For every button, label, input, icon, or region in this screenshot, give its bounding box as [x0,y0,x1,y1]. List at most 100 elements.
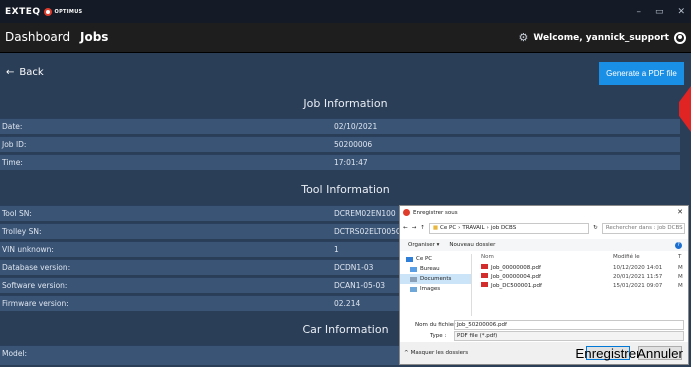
new-folder-button[interactable]: Nouveau dossier [449,242,495,248]
welcome-text: Welcome, yannick_support [533,32,669,43]
column-type[interactable]: T [678,254,681,260]
row-label: Database version: [2,263,71,272]
row-value: 02/10/2021 [334,122,378,131]
row-value: DCTRS02ELT005C [334,227,402,236]
row-label: VIN unknown: [2,245,54,254]
row-label: Trolley SN: [2,227,42,236]
file-list-header: Nom Modifié le T [478,254,684,263]
organize-menu[interactable]: Organiser ▾ [408,242,439,248]
dialog-footer: ^ Masquer les dossiers Enregistrer Annule… [400,342,688,364]
nav-item-this-pc[interactable]: Ce PC [400,254,471,264]
row-label: Model: [2,349,28,358]
nav-pane: Ce PC Bureau Documents Images [400,254,472,316]
user-icon[interactable] [674,31,686,44]
forward-arrow-icon[interactable]: → [412,225,417,231]
row-value: 1 [334,245,339,254]
help-icon[interactable]: ? [675,241,682,249]
row-value: DCAN1-05-03 [334,281,386,290]
file-name: Job_00000008.pdf [491,265,541,271]
dialog-close-icon[interactable]: ✕ [677,208,683,216]
breadcrumb-item[interactable]: Ce PC [440,225,456,231]
breadcrumb-item[interactable]: job DCBS [491,225,516,231]
logo-text: EXTEQ [5,6,41,17]
close-button[interactable]: ✕ [677,7,685,17]
nav-jobs-title[interactable]: Jobs [80,30,108,44]
cancel-button[interactable]: Annuler [637,346,683,361]
file-date: 20/01/2021 11:57 [613,273,663,280]
product-name: OPTIMUS [54,8,83,15]
address-bar: ← → ↑ ■ Ce PC › TRAVAIL › job DCBS ↻ Rec… [403,222,685,234]
up-arrow-icon[interactable]: ↑ [420,225,425,231]
table-row: Date: 02/10/2021 [0,118,680,134]
column-modified[interactable]: Modifié le [613,254,640,260]
row-value: 02.214 [334,299,361,308]
file-list: Nom Modifié le T Job_00000008.pdf 10/12/2… [478,254,684,316]
save-as-dialog: Enregistrer sous ✕ ← → ↑ ■ Ce PC › TRAVA… [399,205,689,365]
filename-input[interactable]: Job_50200006.pdf [454,319,684,330]
nav-label: Bureau [420,266,440,272]
tool-info-title: Tool Information [301,183,390,196]
documents-icon [410,276,417,282]
filetype-label: Type : [430,332,447,339]
pdf-icon [481,264,488,269]
images-icon [410,286,417,292]
save-button[interactable]: Enregistrer [575,346,640,361]
optimus-dot-icon [43,7,52,16]
table-row: Time: 17:01:47 [0,154,680,170]
file-date: 15/01/2021 09:07 [613,282,663,289]
save-fields: Nom du fichier : Job_50200006.pdf Type : P… [400,319,688,341]
row-value: 50200006 [334,140,373,149]
file-type: M [678,282,683,289]
file-date: 10/12/2020 14:01 [613,264,663,271]
breadcrumb-item[interactable]: TRAVAIL [462,225,484,231]
row-label: Job ID: [2,140,27,149]
nav-item-documents[interactable]: Documents [400,274,471,284]
nav-label: Ce PC [416,256,433,262]
job-info-title: Job Information [303,97,388,110]
pdf-icon [481,282,488,287]
computer-icon [406,256,413,262]
path-breadcrumb[interactable]: ■ Ce PC › TRAVAIL › job DCBS [428,222,590,234]
window-titlebar: EXTEQ OPTIMUS – ▭ ✕ [0,0,691,23]
nav-label: Images [420,286,441,292]
dialog-toolbar: Organiser ▾ Nouveau dossier ? [400,239,688,251]
refresh-icon[interactable]: ↻ [593,225,598,231]
back-button[interactable]: ← Back [6,67,44,78]
file-row[interactable]: Job_DC500001.pdf 15/01/2021 09:07 M [478,281,684,290]
row-value: DCDN1-03 [334,263,374,272]
dialog-title: Enregistrer sous [413,209,458,216]
filetype-select[interactable]: PDF file (*.pdf) [454,330,684,341]
exteq-logo: EXTEQ OPTIMUS [5,7,82,17]
chevron-up-icon: ^ [404,350,409,356]
app-navbar: Dashboard Jobs ⚙ Welcome, yannick_suppor… [0,23,691,53]
minimize-button[interactable]: – [636,7,641,17]
generate-pdf-button[interactable]: Generate a PDF file [599,62,684,85]
file-name: Job_DC500001.pdf [491,283,542,289]
search-input[interactable]: Rechercher dans : job DCBS [601,222,685,234]
back-arrow-icon[interactable]: ← [403,225,408,231]
desktop-icon [410,266,417,272]
table-row: Job ID: 50200006 [0,136,680,152]
file-name: Job_00000004.pdf [491,274,541,280]
hide-folders-label: Masquer les dossiers [410,350,469,356]
row-label: Date: [2,122,23,131]
dialog-titlebar: Enregistrer sous ✕ [400,206,688,219]
gear-icon[interactable]: ⚙ [519,31,529,44]
row-label: Software version: [2,281,68,290]
file-row[interactable]: Job_00000008.pdf 10/12/2020 14:01 M [478,263,684,272]
column-name[interactable]: Nom [481,254,494,260]
row-value: 17:01:47 [334,158,368,167]
file-row[interactable]: Job_00000004.pdf 20/01/2021 11:57 M [478,272,684,281]
hide-folders-toggle[interactable]: ^ Masquer les dossiers [404,350,468,356]
nav-item-bureau[interactable]: Bureau [400,264,471,274]
back-label: Back [19,67,44,78]
nav-label: Documents [420,276,452,282]
folder-icon: ■ [432,225,439,231]
row-label: Time: [2,158,23,167]
file-type: M [678,264,683,271]
nav-dashboard-link[interactable]: Dashboard [5,30,70,44]
maximize-button[interactable]: ▭ [655,7,664,17]
nav-item-images[interactable]: Images [400,284,471,294]
pdf-icon [481,273,488,278]
arrow-left-icon: ← [6,67,15,78]
